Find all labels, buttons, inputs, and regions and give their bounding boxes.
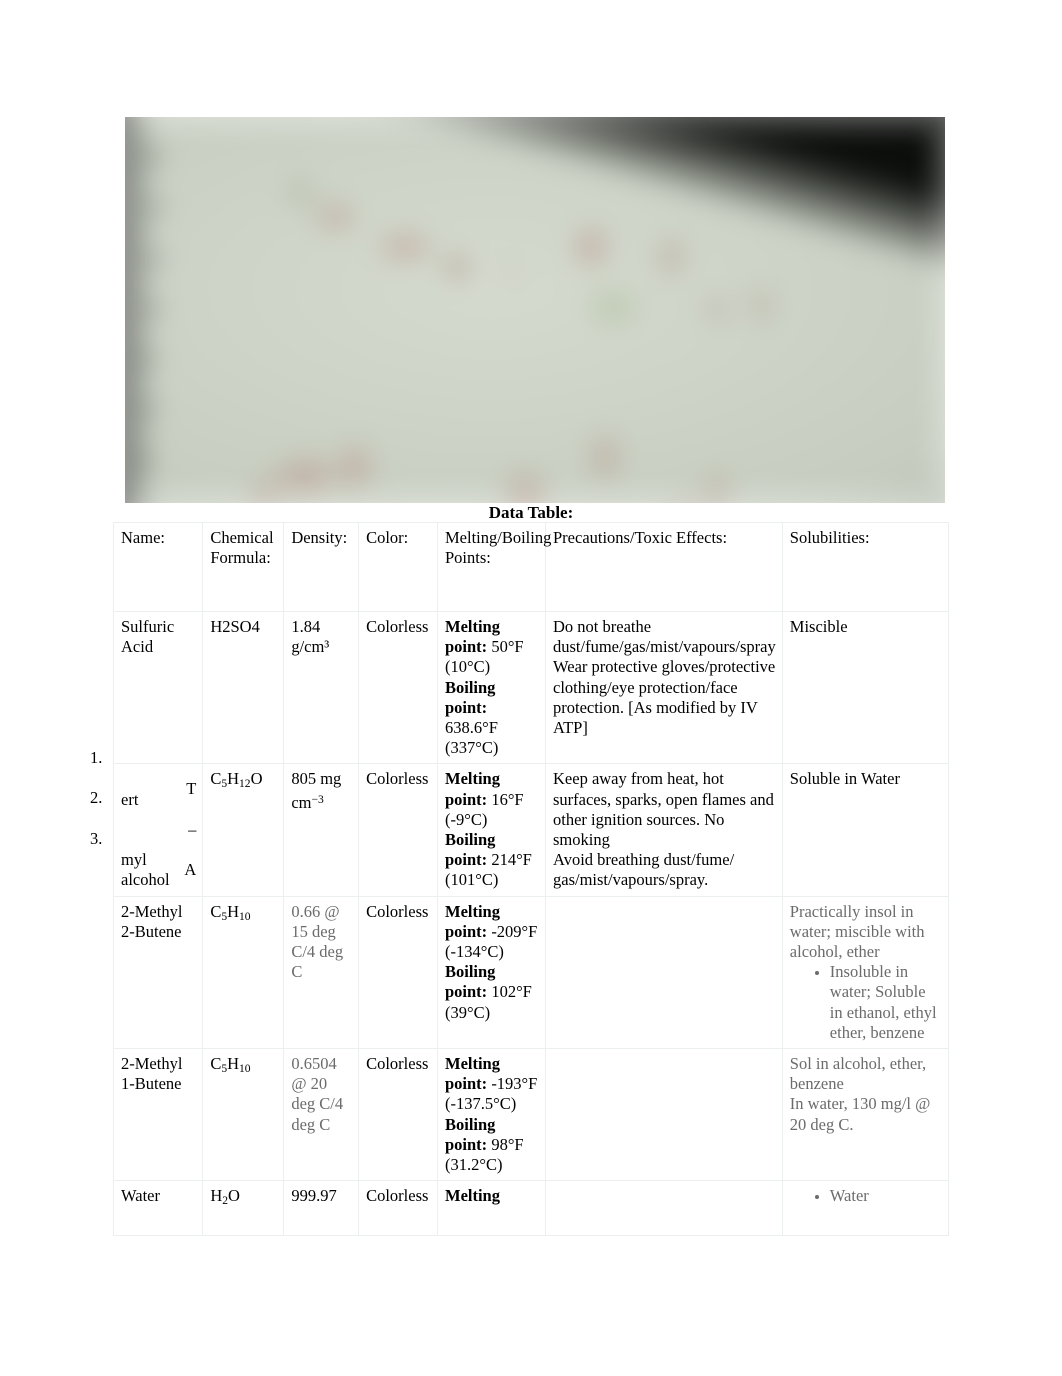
formula-h: H [227, 1054, 240, 1074]
cell-name: 2-Methyl 2-Butene [112, 895, 204, 1050]
formula-o: O [250, 769, 263, 789]
cell-solubility: Water [781, 1180, 950, 1237]
table-row: 2-Methyl 1-Butene C5H10 0.6504 @ 20 deg … [112, 1048, 950, 1182]
table-row: Water H2O 999.97 Colorless Melting Water [112, 1180, 950, 1237]
cell-solubility: Miscible [781, 610, 950, 765]
data-table: Name: Chemical Formula: Density: Color: … [112, 522, 950, 1237]
formula-h: H [227, 901, 240, 921]
column-header-formula: Chemical Formula: [202, 522, 285, 612]
list-number-column: 1. 2. 3. [90, 748, 114, 869]
solubility-text: Practically insol in water; miscible wit… [789, 901, 925, 962]
table-header-row: Name: Chemical Formula: Density: Color: … [112, 522, 950, 612]
cell-formula: C5H12O [202, 763, 285, 897]
cell-color: Colorless [358, 1180, 438, 1237]
column-header-precautions: Precautions/Toxic Effects: [545, 522, 783, 612]
cell-formula: C5H10 [202, 895, 285, 1050]
name-fragment-t: T [186, 779, 197, 799]
cell-melting-boiling: Melting point: -193°F (-137.5°C) Boiling… [437, 1048, 546, 1182]
photo-image [125, 117, 945, 503]
solubility-bullet-list: Water [812, 1186, 942, 1206]
table-row: Sulfuric Acid H2SO4 1.84 g/cm³ Colorless… [112, 610, 950, 765]
cell-solubility: Practically insol in water; miscible wit… [781, 895, 950, 1050]
formula-c: C [210, 769, 222, 789]
list-number-2: 2. [90, 788, 103, 808]
cell-precautions: Do not breathe dust/fume/gas/mist/vapour… [545, 610, 783, 765]
cell-color: Colorless [358, 1048, 438, 1182]
list-item: Insoluble in water; Soluble in ethanol, … [830, 962, 942, 1043]
solubility-bullet-list: Insoluble in water; Soluble in ethanol, … [812, 962, 942, 1043]
cell-melting-boiling: Melting point: 16°F (-9°C) Boiling point… [437, 763, 546, 897]
column-header-density: Density: [283, 522, 360, 612]
formula-h-subscript: 10 [239, 910, 251, 923]
melting-point-label: Melting [445, 1186, 500, 1206]
cell-solubility: Soluble in Water [781, 763, 950, 897]
name-fragment-a: A [184, 860, 197, 880]
cell-solubility: Sol in alcohol, ether, benzene In water,… [781, 1048, 950, 1182]
list-number-1: 1. [90, 748, 103, 767]
cell-formula: H2SO4 [202, 610, 285, 765]
boiling-point-label: Boiling point: [445, 677, 496, 717]
cell-name: Sulfuric Acid [112, 610, 204, 765]
cell-melting-boiling: Melting point: -209°F (-134°C) Boiling p… [437, 895, 546, 1050]
boiling-point-value: 638.6°F (337°C) [445, 718, 499, 758]
cell-color: Colorless [358, 610, 438, 765]
cell-precautions [545, 1048, 783, 1182]
cell-precautions: Keep away from heat, hot surfaces, spark… [545, 763, 783, 897]
cell-formula: C5H10 [202, 1048, 285, 1182]
cell-melting-boiling: Melting point: 50°F (10°C) Boiling point… [437, 610, 546, 765]
name-fragment-alcohol: alcohol [121, 870, 170, 890]
handwritten-notes-photo [125, 117, 945, 503]
formula-h-subscript: 10 [239, 1062, 251, 1075]
column-header-solubilities: Solubilities: [781, 522, 950, 612]
cell-name: T – A ert myl alcohol [112, 763, 204, 897]
column-header-melting-boiling: Melting/Boiling Points: [437, 522, 551, 612]
column-header-color: Color: [358, 522, 438, 612]
cell-density: 0.6504 @ 20 deg C/4 deg C [283, 1048, 360, 1182]
cell-formula: H2O [202, 1180, 285, 1237]
formula-h-subscript: 12 [239, 778, 251, 791]
name-fragments-right: T – A [184, 769, 196, 890]
cell-melting-boiling: Melting [437, 1180, 546, 1237]
formula-c: C [210, 1054, 222, 1074]
cell-precautions [545, 895, 783, 1050]
table-row: T – A ert myl alcohol C5H12O 805 mg cm−3… [112, 763, 950, 897]
cell-density: 1.84 g/cm³ [283, 610, 360, 765]
cell-density: 0.66 @ 15 deg C/4 deg C [283, 895, 360, 1050]
formula-o: O [228, 1186, 240, 1206]
list-item: Water [830, 1186, 942, 1206]
cell-color: Colorless [358, 763, 438, 897]
name-fragment-myl: myl [121, 850, 147, 870]
document-page: Data Table: 1. 2. 3. Name: Chemical Form… [0, 0, 1062, 1376]
column-header-name: Name: [112, 522, 204, 612]
cell-name: 2-Methyl 1-Butene [112, 1048, 204, 1182]
formula-h: H [210, 1186, 223, 1206]
cell-density: 999.97 [283, 1180, 360, 1237]
formula-h: H [227, 769, 240, 789]
cell-name: Water [112, 1180, 204, 1237]
table-row: 2-Methyl 2-Butene C5H10 0.66 @ 15 deg C/… [112, 895, 950, 1050]
list-number-3: 3. [90, 828, 103, 848]
formula-c: C [210, 901, 222, 921]
density-exponent: −3 [311, 793, 324, 806]
cell-precautions [545, 1180, 783, 1237]
name-fragment-ert: ert [121, 789, 139, 809]
name-fragment-dash: – [188, 819, 197, 839]
page-title: Data Table: [488, 503, 574, 522]
cell-color: Colorless [358, 895, 438, 1050]
cell-density: 805 mg cm−3 [283, 763, 360, 897]
